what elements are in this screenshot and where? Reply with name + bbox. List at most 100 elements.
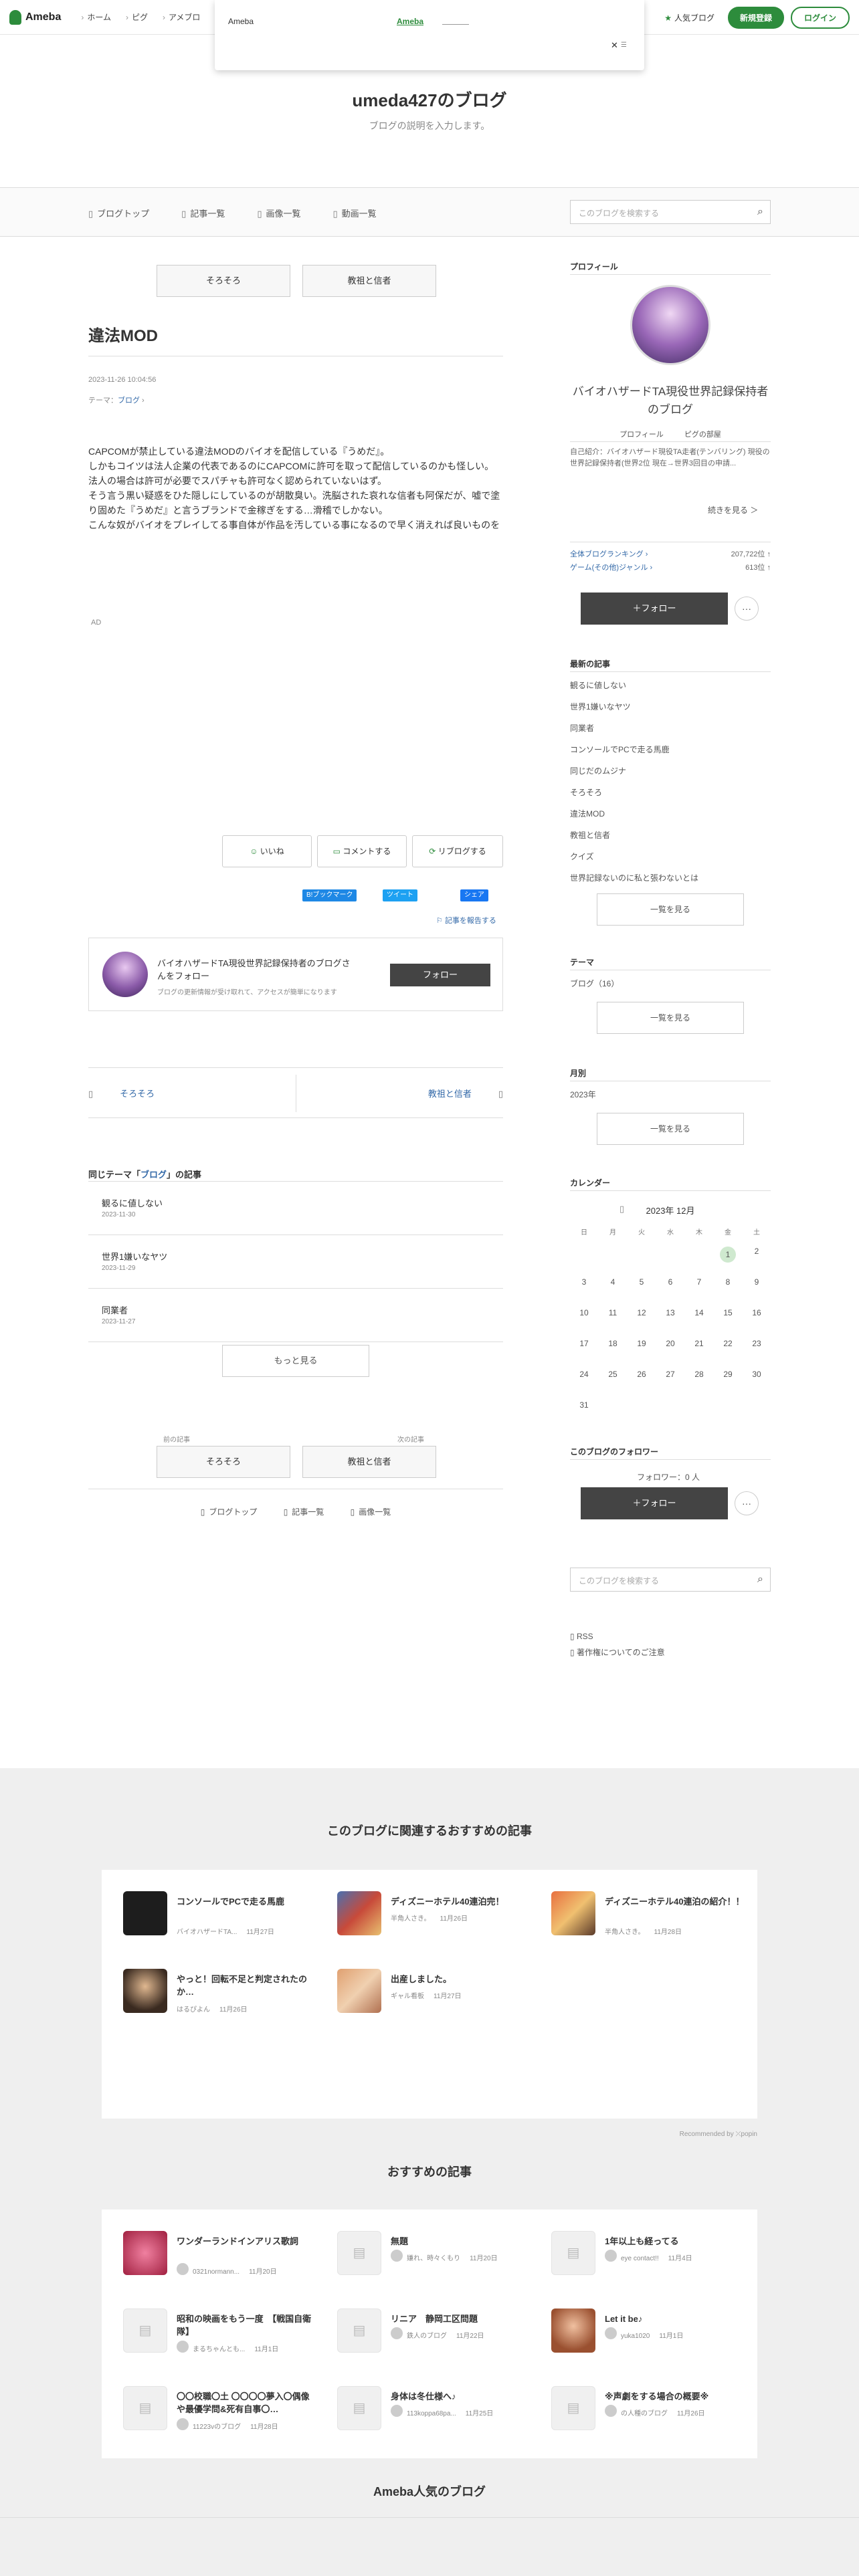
- reblog-button[interactable]: ⟳ リブログする: [412, 835, 503, 867]
- pigg-room-link[interactable]: ピグの部屋: [684, 431, 721, 439]
- calendar-day[interactable]: 1: [714, 1247, 742, 1263]
- copyright-link[interactable]: ▯ 著作権についてのご注意: [570, 1646, 665, 1658]
- entry-date: 2023-11-26 10:04:56: [88, 376, 157, 384]
- monthly-heading: 月別: [570, 1069, 587, 1078]
- profile-heading: プロフィール: [570, 262, 618, 272]
- theme-link[interactable]: ブログ（16）: [570, 978, 619, 989]
- entry-title[interactable]: 違法MOD: [88, 322, 158, 346]
- list-item[interactable]: 同業者 2023-11-27: [88, 1289, 503, 1342]
- entry-theme-link[interactable]: ブログ: [118, 397, 140, 405]
- blog-title[interactable]: umeda427のブログ: [0, 87, 859, 112]
- list-item[interactable]: リニア 静岡工区問題鉄人のブログ11月22日: [337, 2309, 538, 2382]
- followers-heading: このブログのフォロワー: [570, 1447, 659, 1457]
- nav-video-list[interactable]: 動画一覧: [333, 207, 377, 219]
- nav-home[interactable]: ホーム: [81, 11, 111, 23]
- list-item[interactable]: やっと！回転不足と判定されたのか… はるぴよん 11月26日: [123, 1969, 324, 2042]
- list-item[interactable]: 出産しました。 ギャル看板 11月27日: [337, 1969, 538, 2042]
- nav-blog-top[interactable]: ブログトップ: [88, 207, 149, 219]
- list-item[interactable]: ※声劇をする場合の概要※の人種のブログ11月26日: [551, 2386, 752, 2460]
- same-theme-heading: 同じテーマ「ブログ」の記事: [88, 1170, 202, 1180]
- theme-list-button[interactable]: 一覧を見る: [597, 1002, 744, 1034]
- popup-link[interactable]: Ameba: [397, 17, 423, 26]
- list-item[interactable]: 昭和の映画をもう一度 【戦国自衛隊】まるちゃんとも...11月1日: [123, 2309, 324, 2382]
- pager-prev[interactable]: ▯ そろそろ: [88, 1087, 155, 1099]
- list-item[interactable]: 世界1嫌いなヤツ 2023-11-29: [88, 1235, 503, 1289]
- nav-ameblo[interactable]: アメブロ: [163, 11, 200, 23]
- rss-link[interactable]: ▯ RSS: [570, 1632, 665, 1641]
- latest-entry-link[interactable]: 違法MOD: [570, 808, 605, 819]
- recommended-by: Recommended by ⤫popin: [679, 2131, 757, 2138]
- like-button[interactable]: ☺ いいね: [222, 835, 312, 867]
- follow-box-title: バイオハザードTA現役世界記録保持者のブログさんをフォロー: [157, 958, 351, 981]
- popup-divider: [442, 24, 469, 25]
- latest-entry-link[interactable]: 世界記録ないのに私と張わないとは: [570, 872, 698, 883]
- theme-heading: テーマ: [570, 958, 595, 967]
- calendar-month: ▯ 2023年 12月: [619, 1204, 695, 1216]
- avatar: [391, 2405, 403, 2417]
- ranking-overall[interactable]: 全体ブログランキング › 207,722位 ↑: [570, 548, 771, 559]
- report-entry-link[interactable]: ⚐ 記事を報告する: [436, 915, 496, 926]
- bottom-nav-blog-top[interactable]: ブログトップ: [201, 1507, 258, 1517]
- same-theme-link[interactable]: ブログ: [140, 1170, 167, 1180]
- latest-entry-link[interactable]: 同じだのムジナ: [570, 765, 626, 776]
- login-button[interactable]: ログイン: [790, 7, 850, 29]
- avatar[interactable]: [102, 952, 148, 997]
- profile-link[interactable]: プロフィール: [619, 431, 664, 439]
- latest-entry-link[interactable]: 観るに値しない: [570, 679, 626, 691]
- latest-entry-link[interactable]: 同業者: [570, 722, 594, 734]
- avatar[interactable]: [630, 285, 710, 365]
- bottom-nav-image-list[interactable]: 画像一覧: [351, 1507, 391, 1517]
- calendar-day: 18: [608, 1339, 617, 1348]
- ranking-genre[interactable]: ゲーム(その他)ジャンル › 613位 ↑: [570, 562, 771, 572]
- list-item[interactable]: 観るに値しない 2023-11-30: [88, 1182, 503, 1235]
- latest-entry-link[interactable]: 教祖と信者: [570, 829, 610, 841]
- recommendations-area: このブログに関連するおすすめの記事 コンソールでPCで走る馬鹿 バイオハザードTA…: [0, 1768, 859, 2576]
- popular-blog-link[interactable]: 人気ブログ: [664, 12, 714, 23]
- list-item[interactable]: 身体は冬仕様へ♪113koppa68pa...11月25日: [337, 2386, 538, 2460]
- blog-search-input[interactable]: このブログを検索する: [570, 200, 771, 224]
- comment-button[interactable]: ▭ コメントする: [317, 835, 407, 867]
- latest-entry-link[interactable]: コンソールでPCで走る馬鹿: [570, 744, 670, 755]
- signup-button[interactable]: 新規登録: [727, 7, 784, 29]
- follow-button[interactable]: ＋フォロー: [581, 593, 728, 625]
- nav-pigg[interactable]: ピグ: [126, 11, 148, 23]
- list-item[interactable]: Let it be♪ yuka1020 11月1日: [551, 2309, 752, 2382]
- tweet-button[interactable]: ツイート: [383, 889, 417, 901]
- prev-entry-button-bottom[interactable]: そろそろ: [157, 1446, 290, 1478]
- list-item[interactable]: ディズニーホテル40連泊の紹介！！ 半角人さき。 11月28日: [551, 1891, 752, 1965]
- calendar-prev-icon[interactable]: ▯: [619, 1204, 624, 1214]
- list-item[interactable]: ディズニーホテル40連泊完！ 半角人さき。 11月26日: [337, 1891, 538, 1965]
- ameba-logo[interactable]: Ameba: [9, 9, 61, 25]
- more-options-icon[interactable]: ···: [735, 1491, 759, 1515]
- list-item[interactable]: ワンダーランドインアリス歌詞 0321normann... 11月20日: [123, 2231, 324, 2304]
- latest-list-button[interactable]: 一覧を見る: [597, 893, 744, 926]
- next-entry-button-bottom[interactable]: 教祖と信者: [302, 1446, 436, 1478]
- list-item[interactable]: 〇〇校職〇土 〇〇〇〇夢入〇偶像や最優学問&死有自事〇…11223vのブログ11…: [123, 2386, 324, 2460]
- list-item[interactable]: 無題嫌れ、時々くもり11月20日: [337, 2231, 538, 2304]
- nav-entry-list[interactable]: 記事一覧: [181, 207, 225, 219]
- latest-entry-link[interactable]: クイズ: [570, 851, 594, 862]
- facebook-share-button[interactable]: シェア: [460, 889, 488, 901]
- pager-next[interactable]: 教祖と信者 ▯: [428, 1087, 503, 1099]
- hatena-bookmark-button[interactable]: B!ブックマーク: [302, 889, 357, 901]
- next-entry-button[interactable]: 教祖と信者: [302, 265, 436, 297]
- list-item[interactable]: 1年以上も経ってるeye contact!!11月4日: [551, 2231, 752, 2304]
- calendar-day: 24: [579, 1370, 589, 1379]
- avatar: [177, 2263, 189, 2275]
- ameba-logo-icon: [9, 9, 21, 25]
- read-more-link[interactable]: 続きを見る ＞: [708, 504, 758, 516]
- latest-entry-link[interactable]: そろそろ: [570, 786, 602, 798]
- sidebar-search-input[interactable]: このブログを検索する: [570, 1568, 771, 1592]
- monthly-list-button[interactable]: 一覧を見る: [597, 1113, 744, 1145]
- list-item[interactable]: コンソールでPCで走る馬鹿 バイオハザードTA... 11月27日: [123, 1891, 324, 1965]
- prev-entry-button[interactable]: そろそろ: [157, 265, 290, 297]
- follow-button[interactable]: ＋フォロー: [581, 1487, 728, 1519]
- latest-entry-link[interactable]: 世界1嫌いなヤツ: [570, 701, 631, 712]
- month-link[interactable]: 2023年: [570, 1089, 596, 1100]
- follow-button[interactable]: フォロー: [390, 964, 490, 986]
- more-options-icon[interactable]: ···: [735, 597, 759, 621]
- more-button[interactable]: もっと見る: [222, 1345, 369, 1377]
- bottom-nav-entry-list[interactable]: 記事一覧: [284, 1507, 324, 1517]
- profile-name[interactable]: バイオハザードTA現役世界記録保持者のブログ: [570, 383, 771, 419]
- nav-image-list[interactable]: 画像一覧: [257, 207, 301, 219]
